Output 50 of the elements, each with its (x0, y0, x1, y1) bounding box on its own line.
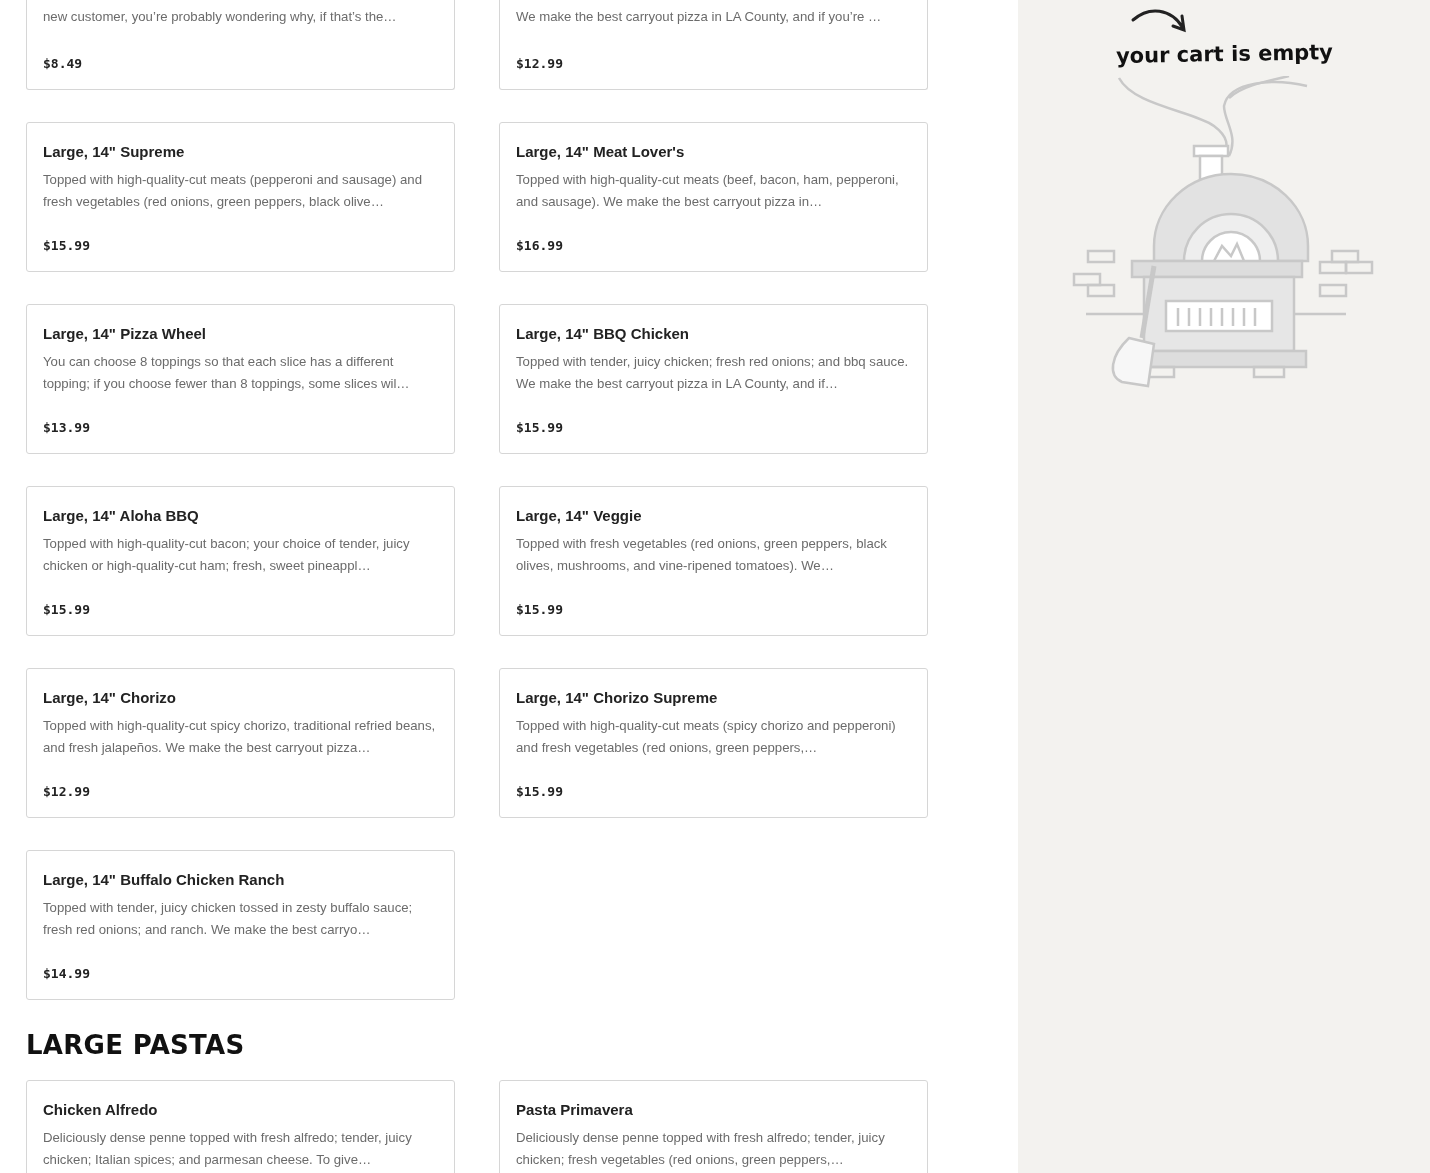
menu-item-card[interactable]: new customer, you’re probably wondering why, if that’s the… $8.49 (26, 0, 455, 90)
item-name: Large, 14" BBQ Chicken (516, 324, 690, 344)
menu-item-card[interactable]: We make the best carryout pizza in LA County, and if you’re … $12.99 (499, 0, 928, 90)
item-price: $13.99 (43, 420, 91, 435)
item-description: Topped with high-quality-cut spicy chorizo, traditional refried beans, and fresh jalapeños. We make the best carryout pizza… (43, 717, 437, 757)
item-price: $15.99 (516, 602, 564, 617)
item-price: $15.99 (516, 784, 564, 799)
item-description: Topped with high-quality-cut meats (pepperoni and sausage) and fresh vegetables (red onions, green peppers, black olive… (43, 171, 423, 211)
item-price: $16.99 (516, 238, 564, 253)
item-description: Topped with tender, juicy chicken tossed in zesty buffalo sauce; fresh red onions; and ranch. We make the best carryo… (43, 899, 414, 939)
item-description: Topped with tender, juicy chicken; fresh red onions; and bbq sauce. We make the best carryout pizza in LA County, and if… (516, 353, 910, 393)
menu-item-card[interactable]: Large, 14" Supreme Topped with high-quality-cut meats (pepperoni and sausage) and fresh vegetables (red onions, green peppers, black olive… $15.99 (26, 122, 455, 272)
item-price: $12.99 (516, 56, 564, 71)
menu-item-card[interactable]: Large, 14" Chorizo Supreme Topped with high-quality-cut meats (spicy chorizo and pepperoni) and fresh vegetables (red onions, green peppers,… $15.99 (499, 668, 928, 818)
item-description: We make the best carryout pizza in LA County, and if you’re … (516, 8, 883, 26)
item-name: Large, 14" Buffalo Chicken Ranch (43, 870, 286, 890)
menu-item-card[interactable]: Chicken Alfredo Deliciously dense penne topped with fresh alfredo; tender, juicy chicken; Italian spices; and parmesan cheese. To give… (26, 1080, 455, 1173)
item-price: $14.99 (43, 966, 91, 981)
item-name: Large, 14" Aloha BBQ (43, 506, 200, 526)
menu-item-card[interactable]: Large, 14" Aloha BBQ Topped with high-quality-cut bacon; your choice of tender, juicy chicken or high-quality-cut ham; fresh, sweet pineappl… $15.99 (26, 486, 455, 636)
item-description: Topped with high-quality-cut meats (spicy chorizo and pepperoni) and fresh vegetables (red onions, green peppers,… (516, 717, 897, 757)
item-description: Deliciously dense penne topped with fresh alfredo; tender, juicy chicken; fresh vegetables (red onions, green peppers,… (516, 1129, 886, 1169)
item-price: $8.49 (43, 56, 84, 71)
item-name: Large, 14" Supreme (43, 142, 186, 162)
menu-item-card[interactable]: Large, 14" Chorizo Topped with high-quality-cut spicy chorizo, traditional refried beans, and fresh jalapeños. We make the best carryout pizza… $12.99 (26, 668, 455, 818)
item-description: Topped with fresh vegetables (red onions, green peppers, black olives, mushrooms, and vine-ripened tomatoes). We… (516, 535, 888, 575)
item-price: $15.99 (43, 238, 91, 253)
item-description: Deliciously dense penne topped with fresh alfredo; tender, juicy chicken; Italian spices; and parmesan cheese. To give… (43, 1129, 413, 1169)
item-price: $15.99 (516, 420, 564, 435)
item-description: You can choose 8 toppings so that each slice has a different topping; if you choose fewer than 8 toppings, some slices wil… (43, 353, 411, 393)
item-description: Topped with high-quality-cut bacon; your choice of tender, juicy chicken or high-quality-cut ham; fresh, sweet pineappl… (43, 535, 411, 575)
item-name: Pasta Primavera (516, 1100, 634, 1120)
menu-item-card[interactable]: Large, 14" BBQ Chicken Topped with tender, juicy chicken; fresh red onions; and bbq sauce. We make the best carryout pizza in LA County, and if… $15.99 (499, 304, 928, 454)
empty-cart-message: your cart is empty (1115, 40, 1333, 68)
item-name: Chicken Alfredo (43, 1100, 159, 1120)
item-price: $15.99 (43, 602, 91, 617)
item-name: Large, 14" Meat Lover's (516, 142, 686, 162)
item-description: new customer, you’re probably wondering why, if that’s the… (43, 8, 398, 26)
section-heading: LARGE PASTAS (26, 1030, 246, 1060)
menu-item-card[interactable]: Large, 14" Meat Lover's Topped with high-quality-cut meats (beef, bacon, ham, pepperoni, and sausage). We make the best carryout pizza in… $16.99 (499, 122, 928, 272)
menu-item-card[interactable]: Large, 14" Pizza Wheel You can choose 8 toppings so that each slice has a different topping; if you choose fewer than 8 toppings, some slices wil… $13.99 (26, 304, 455, 454)
menu-item-card[interactable]: Large, 14" Buffalo Chicken Ranch Topped with tender, juicy chicken tossed in zesty buffalo sauce; fresh red onions; and ranch. We make the best carryo… $14.99 (26, 850, 455, 1000)
menu-item-card[interactable]: Large, 14" Veggie Topped with fresh vegetables (red onions, green peppers, black olives, mushrooms, and vine-ripened tomatoes). We… $15.99 (499, 486, 928, 636)
item-name: Large, 14" Pizza Wheel (43, 324, 207, 344)
item-name: Large, 14" Chorizo Supreme (516, 688, 719, 708)
menu-item-card[interactable]: Pasta Primavera Deliciously dense penne topped with fresh alfredo; tender, juicy chicken; fresh vegetables (red onions, green peppers,… (499, 1080, 928, 1173)
item-name: Large, 14" Chorizo (43, 688, 177, 708)
item-description: Topped with high-quality-cut meats (beef, bacon, ham, pepperoni, and sausage). We make the best carryout pizza in… (516, 171, 900, 211)
item-name: Large, 14" Veggie (516, 506, 643, 526)
item-price: $12.99 (43, 784, 91, 799)
